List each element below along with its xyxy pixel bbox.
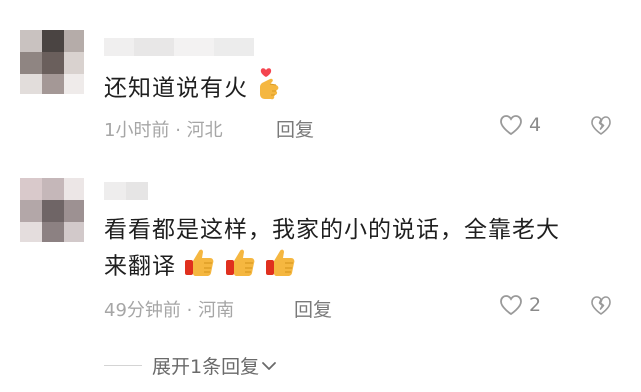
expand-replies-label: 展开1条回复 (152, 356, 260, 378)
avatar[interactable] (20, 30, 84, 94)
avatar[interactable] (20, 178, 84, 242)
location: 河北 (186, 120, 223, 141)
dislike-button[interactable] (590, 115, 612, 140)
heart-outline-icon (500, 115, 522, 136)
meta-dot: · (175, 120, 187, 141)
comment-text-line2: 来翻译 (104, 247, 560, 287)
thumbs-up-icon (225, 247, 257, 287)
timestamp: 1小时前 (104, 120, 170, 141)
broken-heart-icon (591, 296, 611, 315)
comment-text-line2-content: 来翻译 (104, 253, 176, 280)
comment-text: 看看都是这样，我家的小的说话，全靠老大 来翻译 (104, 213, 560, 287)
like-count: 2 (529, 294, 542, 316)
divider-line (104, 365, 142, 366)
chevron-down-icon (262, 361, 276, 370)
thumbs-up-icon (265, 247, 297, 287)
comment-meta: 1小时前 · 河北 回复 (104, 116, 314, 142)
like-count: 4 (529, 114, 542, 136)
comment-text-content: 还知道说有火 (104, 75, 248, 102)
thumbs-up-icon (184, 247, 216, 287)
like-button[interactable]: 4 (499, 114, 541, 136)
username-blurred[interactable] (104, 38, 254, 56)
location: 河南 (198, 300, 235, 321)
comment-text-line1: 看看都是这样，我家的小的说话，全靠老大 (104, 217, 560, 243)
finger-heart-icon (256, 67, 284, 111)
reply-button[interactable]: 回复 (276, 115, 314, 142)
expand-replies-button[interactable]: 展开1条回复 (104, 352, 277, 379)
comment-text: 还知道说有火 (104, 67, 284, 111)
heart-outline-icon (500, 295, 522, 316)
broken-heart-icon (591, 116, 611, 135)
dislike-button[interactable] (590, 295, 612, 320)
comment-meta: 49分钟前 · 河南 回复 (104, 296, 332, 322)
like-button[interactable]: 2 (499, 294, 541, 316)
meta-dot: · (186, 300, 199, 321)
reply-button[interactable]: 回复 (294, 295, 332, 322)
username-blurred[interactable] (104, 182, 148, 200)
timestamp: 49分钟前 (104, 300, 181, 321)
